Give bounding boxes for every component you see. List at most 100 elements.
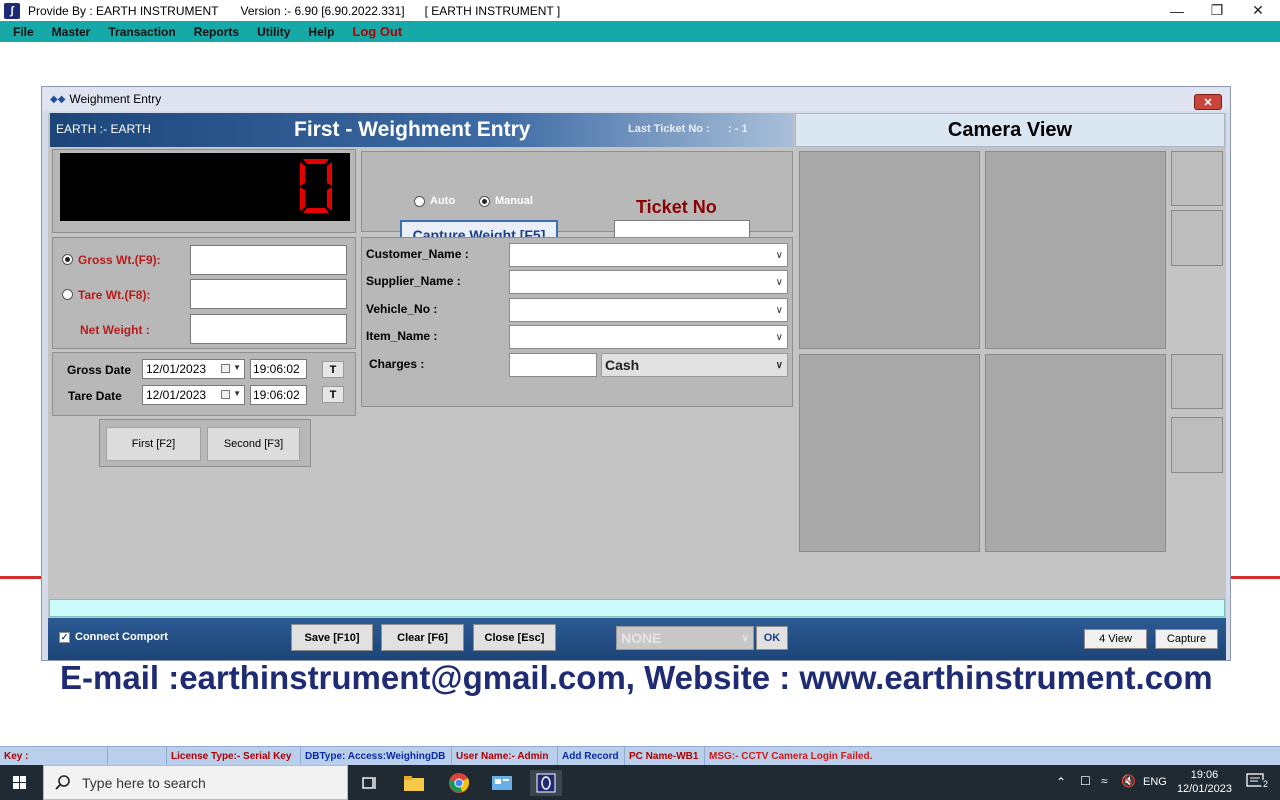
menu-reports[interactable]: Reports	[185, 25, 248, 39]
form-header: EARTH :- EARTH First - Weighment Entry L…	[50, 113, 794, 147]
manual-radio[interactable]	[479, 195, 490, 207]
ok-button[interactable]: OK	[756, 626, 788, 650]
network-icon[interactable]: ≈	[1101, 774, 1108, 788]
payment-mode-select[interactable]: Cash ∨	[601, 353, 788, 377]
chevron-down-icon: ▼	[233, 363, 241, 372]
first-weighment-button[interactable]: First [F2]	[106, 427, 201, 461]
ticket-no-label: Ticket No	[636, 197, 717, 217]
item-name-label: Item_Name :	[366, 329, 438, 343]
taskbar-search[interactable]: Type here to search	[43, 765, 348, 800]
gross-weight-input[interactable]	[190, 245, 347, 275]
camera-thumb-4[interactable]	[1171, 417, 1223, 473]
vehicle-no-label: Vehicle_No :	[366, 302, 438, 316]
status-pc-name: PC Name-WB1	[625, 747, 705, 765]
taskbar-clock[interactable]: 19:06 12/01/2023	[1177, 768, 1232, 796]
calendar-icon	[221, 364, 230, 373]
restore-icon[interactable]: ❐	[1197, 0, 1237, 21]
tare-time-set-button[interactable]: T	[322, 386, 344, 403]
status-dbtype: DBType: Access:WeighingDB	[301, 747, 452, 765]
manual-mode-option[interactable]: Manual	[479, 195, 533, 207]
weighbridge-app-icon[interactable]	[530, 770, 562, 796]
task-view-icon[interactable]	[356, 770, 382, 796]
status-user: User Name:- Admin	[452, 747, 558, 765]
background-rule-right	[1231, 576, 1280, 579]
gross-time-set-button[interactable]: T	[322, 361, 344, 378]
gross-date-picker[interactable]: 12/01/2023 ▼	[142, 359, 245, 379]
close-button[interactable]: Close [Esc]	[473, 624, 556, 651]
tare-weight-input[interactable]	[190, 279, 347, 309]
camera-view-title: Camera View	[947, 118, 1073, 141]
gross-weight-label: Gross Wt.(F9):	[78, 253, 161, 267]
taskbar-search-placeholder: Type here to search	[82, 774, 206, 791]
camera-view-header: Camera View	[795, 113, 1225, 147]
control-panel-icon[interactable]	[489, 770, 515, 796]
item-name-select[interactable]: ∨	[509, 325, 788, 349]
camera-thumb-3[interactable]	[1171, 354, 1223, 409]
weight-display	[60, 153, 350, 221]
dialog-app-icon: ◆◆	[50, 93, 66, 105]
chevron-down-icon: ∨	[775, 332, 783, 343]
chevron-down-icon: ∨	[741, 633, 749, 644]
supplier-name-select[interactable]: ∨	[509, 270, 788, 294]
volume-muted-icon[interactable]: 🔇	[1121, 774, 1136, 788]
tare-weight-label: Tare Wt.(F8):	[78, 288, 151, 302]
tare-date-value: 12/01/2023	[146, 388, 207, 402]
camera-select[interactable]: NONE ∨	[616, 626, 754, 650]
tare-date-label: Tare Date	[68, 389, 122, 403]
minimize-icon[interactable]: —	[1157, 0, 1197, 21]
camera-frame-1	[799, 151, 980, 349]
language-indicator[interactable]: ENG	[1143, 776, 1167, 788]
tray-chevron-icon[interactable]: ⌃	[1056, 775, 1066, 789]
gross-time-input[interactable]: 19:06:02	[250, 359, 307, 379]
camera-frame-3	[799, 354, 980, 552]
second-weighment-button[interactable]: Second [F3]	[207, 427, 300, 461]
last-ticket-value: : - 1	[728, 123, 748, 135]
notification-count: 2	[1260, 779, 1270, 789]
app-provider-text: Provide By : EARTH INSTRUMENT	[28, 3, 219, 18]
chevron-down-icon: ∨	[775, 360, 783, 371]
chevron-down-icon: ▼	[233, 389, 241, 398]
camera-thumb-1[interactable]	[1171, 151, 1223, 206]
menu-logout[interactable]: Log Out	[343, 24, 411, 39]
supplier-name-label: Supplier_Name :	[366, 274, 461, 288]
meet-now-icon[interactable]: ☐	[1080, 774, 1091, 788]
chrome-icon[interactable]	[446, 770, 472, 796]
menu-help[interactable]: Help	[299, 25, 343, 39]
file-explorer-icon[interactable]	[401, 770, 427, 796]
weight-digit	[300, 159, 332, 213]
camera-thumb-2[interactable]	[1171, 210, 1223, 266]
camera-select-value: NONE	[621, 630, 662, 646]
customer-name-select[interactable]: ∨	[509, 243, 788, 267]
contact-banner: E-mail :earthinstrument@gmail.com, Websi…	[60, 659, 1213, 696]
charges-input[interactable]	[509, 353, 597, 377]
last-ticket-label: Last Ticket No :	[628, 123, 710, 135]
save-button[interactable]: Save [F10]	[291, 624, 373, 651]
menu-master[interactable]: Master	[43, 25, 100, 39]
tare-date-picker[interactable]: 12/01/2023 ▼	[142, 385, 245, 405]
gross-date-label: Gross Date	[67, 363, 132, 377]
menu-transaction[interactable]: Transaction	[99, 25, 184, 39]
menu-utility[interactable]: Utility	[248, 25, 299, 39]
check-icon: ✓	[59, 631, 70, 643]
auto-radio[interactable]	[414, 195, 425, 207]
windows-start-icon[interactable]	[8, 773, 32, 793]
gross-weight-radio[interactable]	[62, 254, 73, 265]
dialog-title: Weighment Entry	[69, 92, 162, 106]
dialog-close-button[interactable]: ✕	[1194, 94, 1222, 110]
notifications-icon[interactable]: 2	[1246, 773, 1270, 793]
clock-time: 19:06	[1190, 769, 1219, 781]
vehicle-no-select[interactable]: ∨	[509, 298, 788, 322]
camera-frame-4	[985, 354, 1166, 552]
net-weight-input[interactable]	[190, 314, 347, 344]
auto-mode-option[interactable]: Auto	[414, 195, 455, 207]
capture-image-button[interactable]: Capture	[1155, 629, 1218, 649]
auto-label: Auto	[430, 195, 456, 207]
menu-file[interactable]: File	[4, 25, 43, 39]
clear-button[interactable]: Clear [F6]	[381, 624, 464, 651]
four-view-button[interactable]: 4 View	[1084, 629, 1147, 649]
tare-time-input[interactable]: 19:06:02	[250, 385, 307, 405]
connect-comport-checkbox[interactable]: ✓ Connect Comport	[59, 631, 168, 643]
close-window-icon[interactable]: ✕	[1238, 0, 1278, 21]
status-message: MSG:- CCTV Camera Login Failed.	[709, 750, 873, 762]
tare-weight-radio[interactable]	[62, 289, 73, 300]
